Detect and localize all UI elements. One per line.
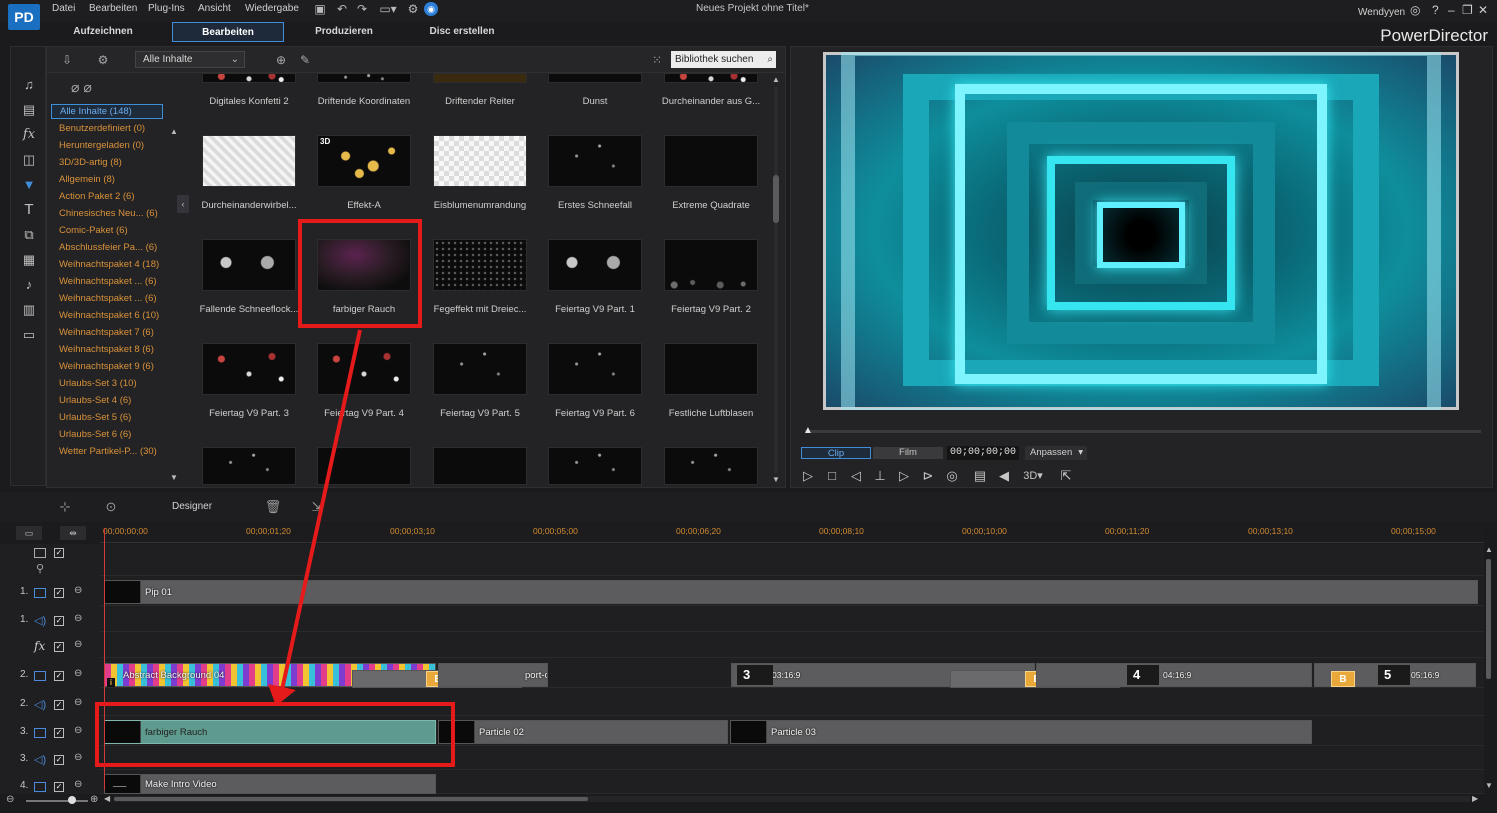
annotation-arrow [268,329,362,706]
